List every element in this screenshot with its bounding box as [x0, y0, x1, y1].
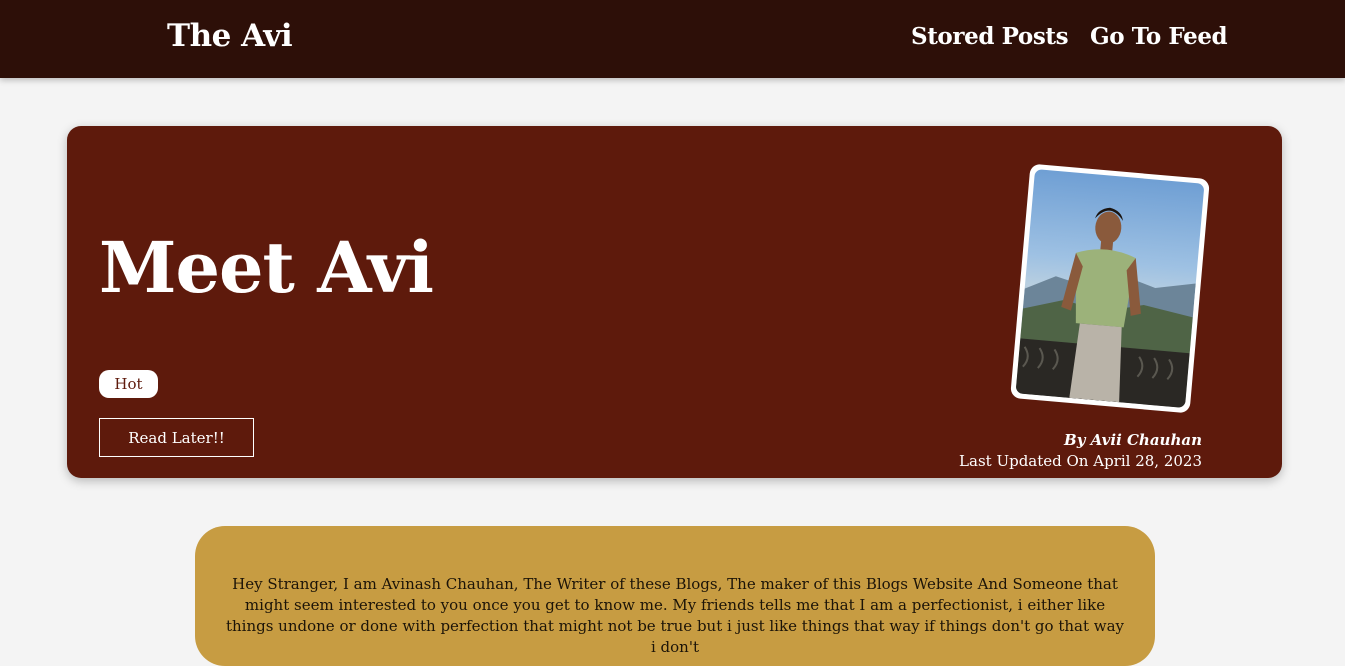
- nav-link-go-to-feed[interactable]: Go To Feed: [1090, 23, 1228, 50]
- nav-link-stored-posts[interactable]: Stored Posts: [911, 23, 1069, 50]
- hot-tag: Hot: [99, 370, 158, 398]
- about-card: Hey Stranger, I am Avinash Chauhan, The …: [195, 526, 1155, 666]
- navbar: The Avi Stored Posts Go To Feed: [0, 0, 1345, 78]
- author-byline: By Avii Chauhan: [1064, 431, 1202, 449]
- hero-card: Meet Avi Hot Read Later!! By Avii Chauha…: [67, 126, 1282, 478]
- author-photo: [1015, 169, 1205, 408]
- read-later-button[interactable]: Read Later!!: [99, 418, 254, 457]
- brand-logo[interactable]: The Avi: [167, 18, 293, 54]
- hero-title: Meet Avi: [99, 226, 434, 309]
- author-photo-frame: [1010, 163, 1210, 414]
- last-updated-date: Last Updated On April 28, 2023: [959, 452, 1202, 470]
- about-text: Hey Stranger, I am Avinash Chauhan, The …: [225, 575, 1125, 656]
